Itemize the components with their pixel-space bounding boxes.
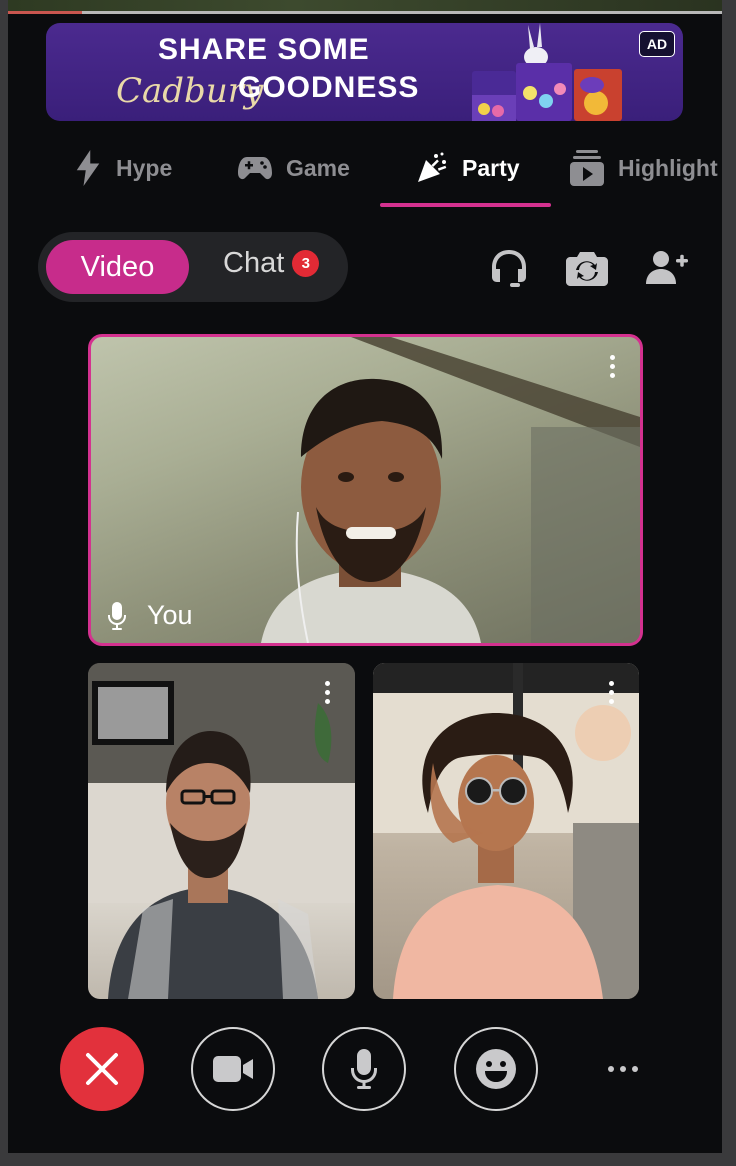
chat-unread-badge: 3	[292, 250, 320, 277]
video-tile-you[interactable]: You	[88, 334, 643, 646]
active-tab-indicator	[380, 203, 551, 207]
tab-game-label: Game	[286, 154, 350, 181]
tab-party[interactable]: Party	[416, 140, 520, 196]
camera-switch-button[interactable]	[564, 245, 610, 291]
add-user-button[interactable]	[644, 245, 690, 291]
more-options-button[interactable]	[608, 1066, 638, 1072]
emoji-reaction-button[interactable]	[454, 1027, 538, 1111]
bolt-icon	[76, 150, 100, 186]
party-popper-icon	[418, 152, 447, 182]
participant-video-2	[373, 663, 639, 999]
toggle-video-button[interactable]	[191, 1027, 275, 1111]
emoji-icon	[476, 1049, 516, 1089]
app-window: SHARE SOME Cadbury GOODNESS AD Hype Game	[8, 0, 722, 1153]
tab-highlight-label: Highlight	[618, 154, 718, 181]
headset-button[interactable]	[486, 245, 532, 291]
toggle-mic-button[interactable]	[322, 1027, 406, 1111]
ad-headline-top: SHARE SOME	[158, 33, 370, 66]
progress-fill	[8, 11, 82, 14]
video-tile-participant-1[interactable]	[88, 663, 355, 999]
tab-highlight[interactable]: Highlight	[570, 140, 718, 196]
chat-toggle-button[interactable]: Chat 3	[223, 247, 320, 280]
end-call-button[interactable]	[60, 1027, 144, 1111]
tile-label-you: You	[107, 600, 193, 631]
tab-game[interactable]: Game	[238, 140, 350, 196]
highlight-stack-icon	[570, 150, 604, 186]
tile-menu-participant-2[interactable]	[609, 681, 615, 704]
add-user-icon	[646, 251, 688, 284]
more-icon	[608, 1066, 614, 1072]
tile-menu-you[interactable]	[610, 355, 616, 378]
video-toggle-button[interactable]: Video	[46, 240, 189, 294]
chat-toggle-label: Chat	[223, 247, 285, 279]
microphone-icon	[108, 601, 126, 630]
tile-menu-participant-1[interactable]	[325, 681, 331, 704]
tab-party-label: Party	[462, 154, 520, 181]
top-media-strip	[8, 0, 722, 14]
call-controls	[8, 1000, 722, 1150]
camera-switch-icon	[566, 252, 608, 286]
tile-name-you: You	[147, 600, 193, 630]
participant-video-1	[88, 663, 355, 999]
video-camera-icon	[213, 1056, 253, 1082]
tab-hype-label: Hype	[116, 154, 173, 181]
video-tile-participant-2[interactable]	[373, 663, 639, 999]
microphone-icon	[351, 1049, 377, 1089]
gamepad-icon	[238, 157, 272, 180]
progress-track	[8, 11, 722, 14]
participant-video-you	[261, 337, 640, 643]
headset-icon	[492, 250, 526, 287]
view-toggle: Video Chat 3	[38, 232, 348, 302]
tab-bar: Hype Game Party Highlight	[8, 140, 722, 208]
ad-product-image	[472, 23, 622, 121]
ad-badge: AD	[639, 31, 675, 57]
ad-headline-bottom: GOODNESS	[238, 71, 420, 104]
end-call-icon	[86, 1053, 118, 1085]
tab-hype[interactable]: Hype	[74, 140, 172, 196]
ad-banner[interactable]: SHARE SOME Cadbury GOODNESS AD	[46, 23, 683, 121]
